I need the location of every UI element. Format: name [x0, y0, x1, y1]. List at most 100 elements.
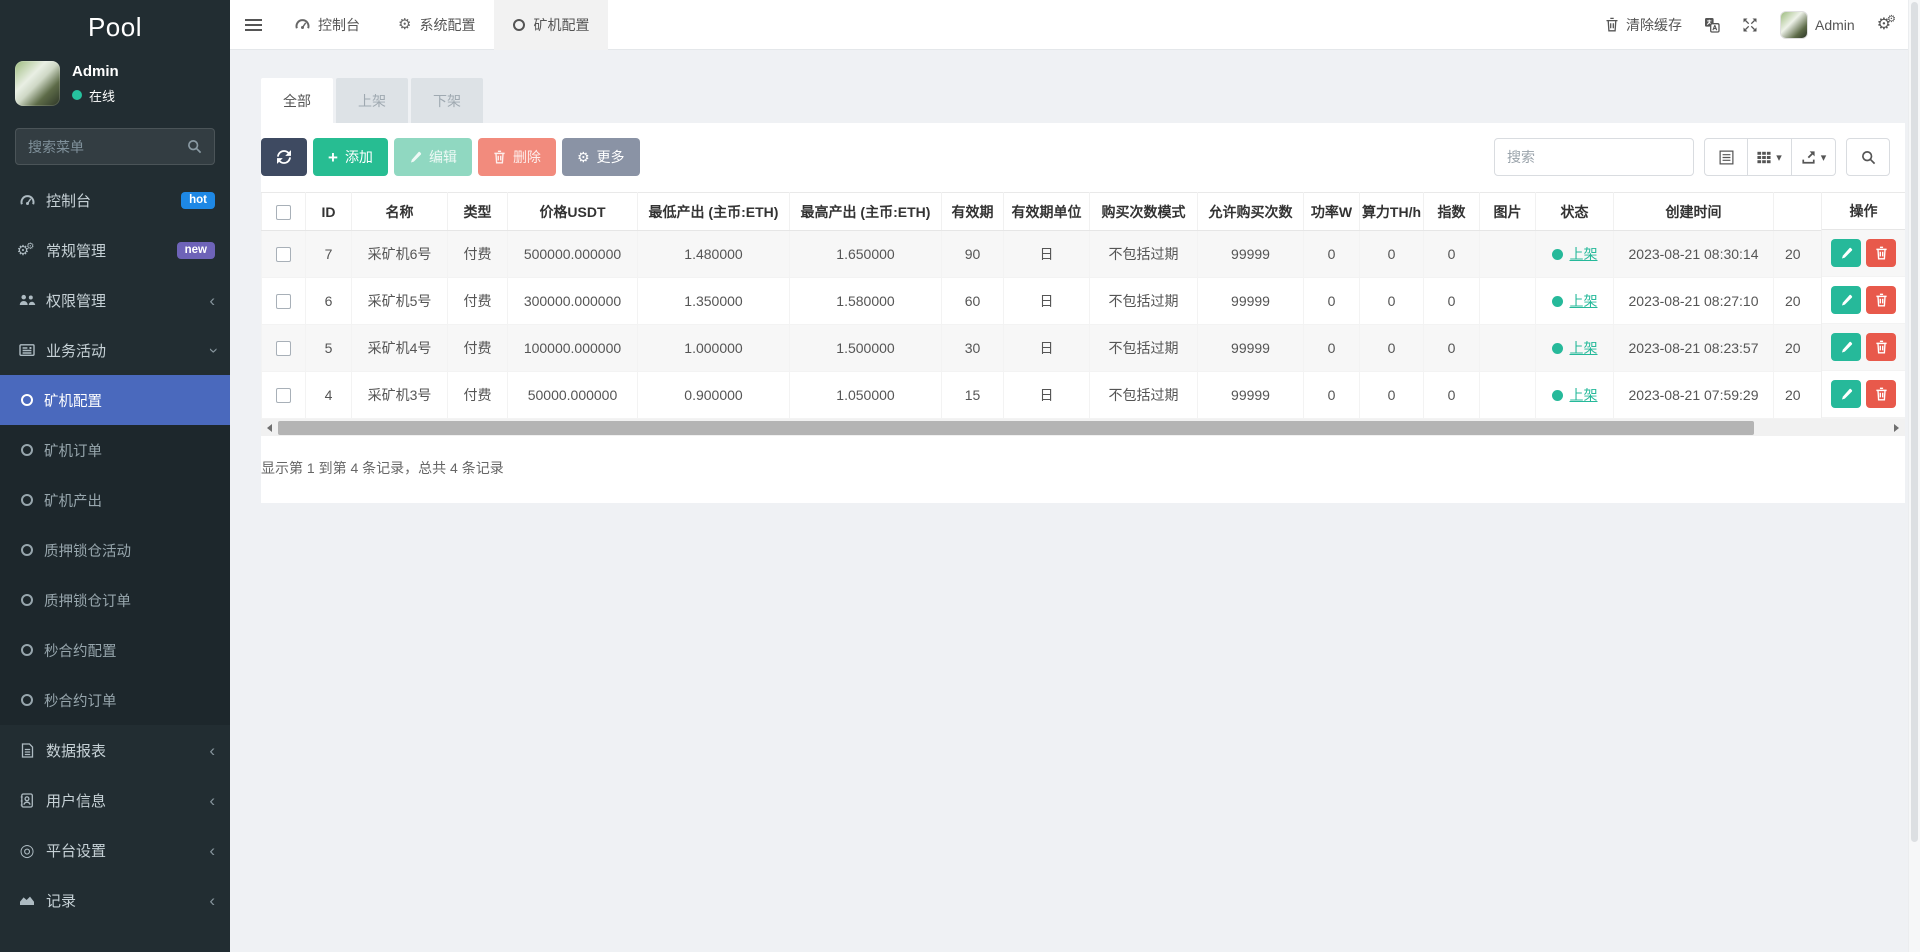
sidebar-item-记录[interactable]: 记录 ‹ [0, 875, 230, 925]
sidebar-item-label: 常规管理 [46, 242, 107, 260]
column-header: 算力TH/h [1359, 192, 1424, 231]
fullscreen-button[interactable] [1742, 17, 1758, 33]
horizontal-scrollbar[interactable] [261, 419, 1905, 436]
sidebar-subitem-矿机配置[interactable]: 矿机配置 [0, 375, 230, 425]
status-link[interactable]: 上架 [1570, 291, 1598, 311]
sidebar-subitem-秒合约订单[interactable]: 秒合约订单 [0, 675, 230, 725]
cell-buy_limit: 99999 [1197, 230, 1304, 278]
row-delete-button[interactable] [1866, 333, 1896, 361]
row-checkbox[interactable] [276, 294, 291, 310]
row-checkbox[interactable] [276, 341, 291, 357]
scroll-left-arrow[interactable] [261, 419, 278, 436]
user-menu[interactable]: Admin [1780, 10, 1855, 39]
status-dot-icon [1551, 248, 1563, 260]
refresh-button[interactable] [261, 138, 307, 176]
settings-gears-icon[interactable]: ⚙⚙ [1877, 14, 1900, 33]
plus-icon: + [328, 147, 338, 167]
page-scrollbar-thumb[interactable] [1911, 2, 1918, 842]
cell-period_unit: 日 [1003, 324, 1090, 372]
cell-created_at: 2023-08-21 08:27:10 [1613, 277, 1774, 325]
caret-down-icon: ▾ [1820, 151, 1827, 164]
filter-tab-unlisted[interactable]: 下架 [411, 78, 483, 123]
sidebar-item-常规管理[interactable]: ⚙⚙ 常规管理 new [0, 225, 230, 275]
view-button-group: ▾ ▾ [1704, 138, 1836, 176]
sidebar-item-业务活动[interactable]: 业务活动 ‹ [0, 325, 230, 375]
row-edit-button[interactable] [1831, 333, 1861, 361]
sidebar-item-label: 用户信息 [46, 792, 107, 810]
main-content: 全部 上架 下架 + 添加 编辑 删除 ⚙ 更多 搜索 ▾ ▾ ID 名称 类型… [230, 50, 1920, 952]
sidebar-subitem-label: 矿机产出 [44, 493, 102, 510]
column-header: 名称 [351, 192, 448, 231]
status-link[interactable]: 上架 [1570, 338, 1598, 358]
add-button[interactable]: + 添加 [313, 138, 388, 176]
sidebar-search-input[interactable]: 搜索菜单 [15, 128, 215, 165]
row-edit-button[interactable] [1831, 239, 1861, 267]
tachometer-icon [295, 17, 310, 32]
table-search-input[interactable] [1494, 138, 1694, 176]
search-toggle-button[interactable] [1846, 138, 1890, 176]
columns-button[interactable]: ▾ [1748, 138, 1792, 176]
scrollbar-thumb[interactable] [278, 420, 1754, 435]
sidebar-item-用户信息[interactable]: 用户信息 ‹ [0, 775, 230, 825]
filter-tab-listed[interactable]: 上架 [336, 78, 408, 123]
cell-hashrate: 0 [1359, 277, 1424, 325]
sidebar-item-控制台[interactable]: 控制台 hot [0, 175, 230, 225]
sidebar-subitem-label: 秒合约配置 [44, 643, 117, 660]
sidebar-item-权限管理[interactable]: 权限管理 ‹ [0, 275, 230, 325]
delete-button[interactable]: 删除 [477, 138, 556, 176]
edit-button[interactable]: 编辑 [393, 138, 472, 176]
online-dot-icon [72, 90, 82, 100]
clear-cache-label: 清除缓存 [1626, 16, 1682, 33]
row-checkbox[interactable] [276, 388, 291, 404]
cell-hashrate: 0 [1359, 230, 1424, 278]
caret-down-icon: ▾ [1776, 151, 1782, 164]
row-checkbox[interactable] [276, 247, 291, 263]
sidebar-item-平台设置[interactable]: ◎ 平台设置 ‹ [0, 825, 230, 875]
sidebar-subitem-矿机产出[interactable]: 矿机产出 [0, 475, 230, 525]
status-link[interactable]: 上架 [1570, 244, 1598, 264]
row-edit-button[interactable] [1831, 286, 1861, 314]
table-row: 4 采矿机3号 付费 50000.000000 0.900000 1.050000 15 日不… [261, 371, 1905, 419]
row-delete-button[interactable] [1866, 286, 1896, 314]
cell-max_output: 1.650000 [789, 230, 942, 278]
gear-icon: ⚙ [576, 148, 590, 165]
column-header: 有效期单位 [1003, 192, 1090, 231]
cell-type: 付费 [447, 371, 508, 419]
more-button[interactable]: ⚙ 更多 [561, 138, 640, 176]
sidebar-subitem-矿机订单[interactable]: 矿机订单 [0, 425, 230, 475]
nav-tab-miner-config[interactable]: 矿机配置 [494, 0, 609, 50]
nav-tab-label: 控制台 [318, 16, 360, 33]
page-scrollbar[interactable] [1908, 0, 1920, 952]
sidebar-subitem-质押锁仓订单[interactable]: 质押锁仓订单 [0, 575, 230, 625]
translate-button[interactable] [1704, 17, 1720, 33]
nav-tab-system-config[interactable]: ⚙ 系统配置 [379, 0, 494, 50]
status-dot-icon [1551, 295, 1563, 307]
sidebar-subitem-label: 矿机订单 [44, 443, 102, 460]
row-delete-button[interactable] [1866, 380, 1896, 408]
cell-type: 付费 [447, 324, 508, 372]
cell-max_output: 1.500000 [789, 324, 942, 372]
scroll-right-arrow[interactable] [1888, 419, 1905, 436]
select-all-checkbox[interactable] [276, 204, 291, 220]
top-navbar: 控制台 ⚙ 系统配置 矿机配置 清除缓存 Admin ⚙⚙ [230, 0, 1920, 50]
row-edit-button[interactable] [1831, 380, 1861, 408]
status-cell: 上架 [1535, 230, 1614, 278]
hamburger-menu-icon[interactable] [230, 0, 276, 50]
sidebar-menu-bottom: 数据报表 ‹ 用户信息 ‹ ◎ 平台设置 ‹ 记录 ‹ [0, 725, 230, 925]
users-icon [15, 293, 39, 307]
address-book-icon [15, 792, 39, 808]
sidebar-subitem-秒合约配置[interactable]: 秒合约配置 [0, 625, 230, 675]
badge-new: new [176, 241, 215, 259]
filter-tab-all[interactable]: 全部 [261, 78, 333, 123]
sidebar-submenu: 矿机配置矿机订单矿机产出质押锁仓活动 质押锁仓订单秒合约配置秒合约订单 [0, 375, 230, 725]
sidebar-subitem-质押锁仓活动[interactable]: 质押锁仓活动 [0, 525, 230, 575]
user-status: 在线 [72, 86, 119, 105]
nav-tab-dashboard[interactable]: 控制台 [276, 0, 379, 50]
sidebar-item-数据报表[interactable]: 数据报表 ‹ [0, 725, 230, 775]
row-delete-button[interactable] [1866, 239, 1896, 267]
column-header: 创建时间 [1613, 192, 1774, 231]
export-button[interactable]: ▾ [1792, 138, 1836, 176]
detail-view-button[interactable] [1704, 138, 1748, 176]
status-link[interactable]: 上架 [1570, 385, 1598, 405]
clear-cache-button[interactable]: 清除缓存 [1605, 15, 1682, 35]
